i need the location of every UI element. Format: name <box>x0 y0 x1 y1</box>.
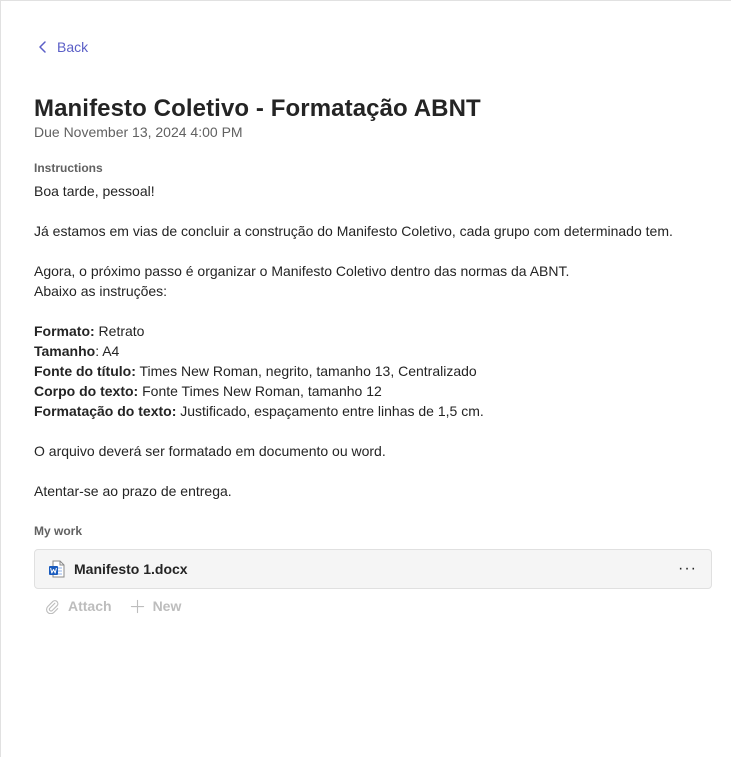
assignment-title: Manifesto Coletivo - Formatação ABNT <box>34 95 481 122</box>
spec-fonte-titulo: Fonte do título: Times New Roman, negrit… <box>34 363 477 379</box>
instructions-paragraph: Agora, o próximo passo é organizar o Man… <box>34 263 570 279</box>
due-date: Due November 13, 2024 4:00 PM <box>34 124 243 140</box>
attach-button[interactable]: Attach <box>45 598 112 614</box>
more-options-button[interactable]: ··· <box>676 560 699 578</box>
file-name: Manifesto 1.docx <box>74 561 188 577</box>
instructions-paragraph: O arquivo deverá ser formatado em docume… <box>34 443 386 459</box>
assignment-panel: Back Manifesto Coletivo - Formatação ABN… <box>0 0 731 757</box>
new-button[interactable]: New <box>130 598 182 614</box>
plus-icon <box>130 599 144 613</box>
instructions-paragraph: Já estamos em vias de concluir a constru… <box>34 223 673 239</box>
instructions-paragraph: Abaixo as instruções: <box>34 283 168 299</box>
greeting-text: Boa tarde, pessoal! <box>34 183 155 199</box>
back-button[interactable]: Back <box>37 39 88 55</box>
new-label: New <box>152 598 182 614</box>
back-label: Back <box>57 39 89 55</box>
work-actions: Attach New <box>45 598 181 614</box>
file-attachment[interactable]: Manifesto 1.docx ··· <box>34 549 712 589</box>
spec-formatacao: Formatação do texto: Justificado, espaça… <box>34 403 484 419</box>
paperclip-icon <box>46 599 59 614</box>
instructions-body: Boa tarde, pessoal! Já estamos em vias d… <box>34 181 714 501</box>
my-work-label: My work <box>34 524 83 538</box>
instructions-paragraph: Atentar-se ao prazo de entrega. <box>34 483 232 499</box>
instructions-label: Instructions <box>34 161 103 175</box>
attach-label: Attach <box>68 598 112 614</box>
spec-corpo-texto: Corpo do texto: Fonte Times New Roman, t… <box>34 383 382 399</box>
spec-tamanho: Tamanho: A4 <box>34 343 120 359</box>
chevron-left-icon <box>39 41 46 53</box>
word-file-icon <box>49 560 65 578</box>
spec-formato: Formato: Retrato <box>34 323 145 339</box>
